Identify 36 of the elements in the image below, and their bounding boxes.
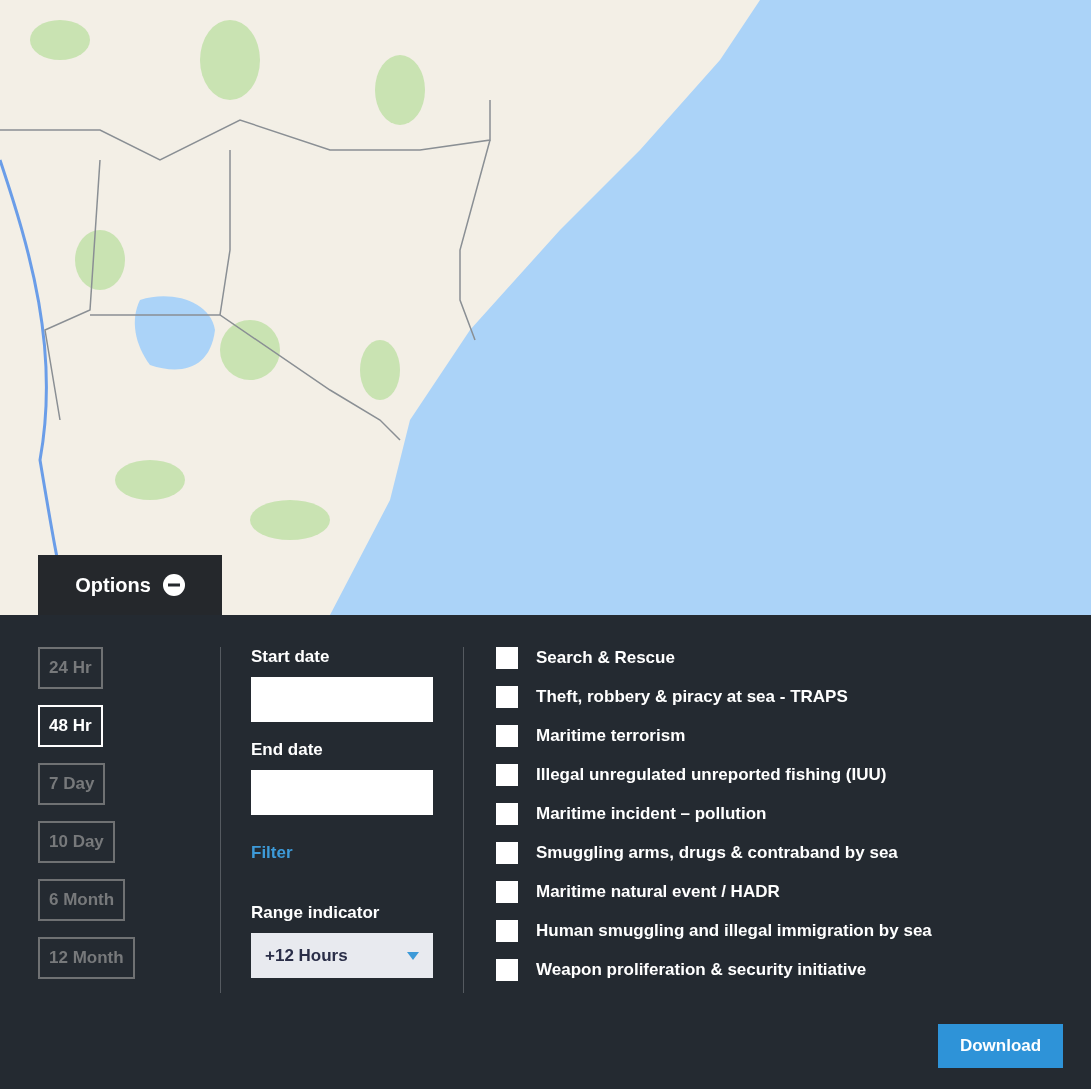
time-range-button[interactable]: 12 Month (38, 937, 135, 979)
filter-link[interactable]: Filter (251, 843, 293, 863)
options-tab[interactable]: Options (38, 555, 222, 615)
collapse-icon (162, 574, 185, 596)
field-label: End date (251, 740, 324, 760)
caret-icon (407, 951, 419, 960)
checkbox[interactable] (496, 803, 518, 825)
checkbox[interactable] (496, 725, 518, 747)
time-range-button[interactable]: 7 Day (38, 763, 106, 805)
category-label: Maritime natural event / HADR (536, 882, 780, 902)
time-range-button[interactable]: 48 Hr (38, 705, 103, 747)
category-label: Smuggling arms, drugs & contraband by sea (536, 843, 898, 863)
time-range-button[interactable]: 10 Day (38, 821, 115, 863)
category-label: Human smuggling and illegal immigration by sea (536, 921, 932, 941)
checkbox[interactable] (496, 959, 518, 981)
field-label: Start date (251, 647, 331, 667)
time-range-button[interactable]: 6 Month (38, 879, 126, 921)
checkbox[interactable] (496, 647, 518, 669)
category-label: Maritime incident – pollution (536, 804, 767, 824)
map-drawing[interactable] (0, 0, 1091, 615)
range-dropdown[interactable]: +12 Hours (251, 933, 433, 978)
checkbox[interactable] (496, 686, 518, 708)
field-label: Range indicator (251, 903, 381, 923)
category-label: Maritime terrorism (536, 726, 686, 746)
checkbox[interactable] (496, 920, 518, 942)
category-label: Search & Rescue (536, 648, 675, 668)
checkbox[interactable] (496, 764, 518, 786)
category-label: Weapon proliferation & security initiative (536, 960, 867, 980)
checkbox[interactable] (496, 881, 518, 903)
time-range-button[interactable]: 24 Hr (38, 647, 103, 689)
category-label: Illegal unregulated unreported fishing (IUU) (536, 765, 887, 785)
end-date-field[interactable] (251, 770, 433, 815)
checkbox[interactable] (496, 842, 518, 864)
download-button[interactable]: Download (938, 1024, 1063, 1068)
start-date-field[interactable] (251, 677, 433, 722)
category-label: Theft, robbery & piracy at sea - TRAPS (536, 687, 848, 707)
